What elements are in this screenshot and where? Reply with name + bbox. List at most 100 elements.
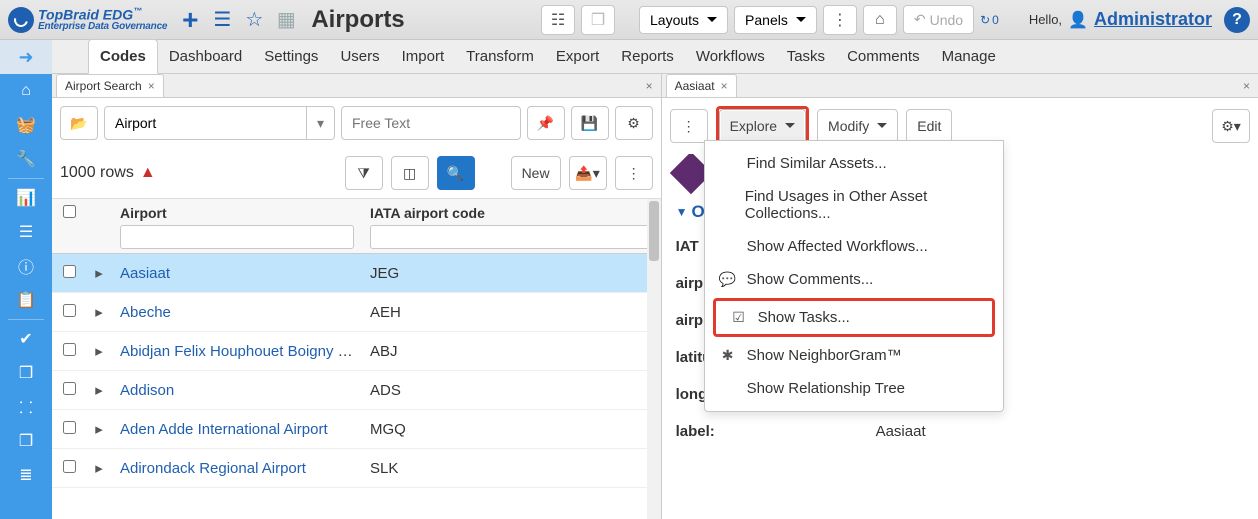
rail-expand-icon[interactable]: ➜ [0, 40, 52, 74]
rail-wrench-icon[interactable]: 🔧 [0, 142, 52, 176]
panel-close-icon[interactable]: × [1235, 79, 1258, 93]
select-all-checkbox[interactable] [63, 205, 76, 218]
menu-find-similar[interactable]: Find Similar Assets... [705, 147, 1003, 180]
menu-relationship-tree[interactable]: Show Relationship Tree [705, 372, 1003, 405]
airport-link[interactable]: Abeche [120, 304, 171, 321]
expand-icon[interactable]: ▸ [86, 371, 112, 410]
rail-home-icon[interactable]: ⌂ [0, 74, 52, 108]
user-link[interactable]: Administrator [1094, 9, 1212, 30]
menu-import[interactable]: Import [391, 40, 456, 73]
row-checkbox[interactable] [63, 382, 76, 395]
list-icon[interactable]: ☰ [209, 7, 235, 33]
expand-icon[interactable]: ▸ [86, 254, 112, 293]
menu-workflows[interactable]: Workflows [685, 40, 776, 73]
filter-iata-input[interactable] [370, 225, 653, 249]
add-icon[interactable]: + [177, 7, 203, 33]
menu-manage[interactable]: Manage [931, 40, 1007, 73]
sync-indicator[interactable]: ↻0 [980, 13, 999, 27]
expand-icon[interactable]: ▸ [86, 332, 112, 371]
menu-dashboard[interactable]: Dashboard [158, 40, 253, 73]
menu-tasks[interactable]: Tasks [776, 40, 836, 73]
filter-icon[interactable]: ⧩ [345, 156, 383, 190]
airport-link[interactable]: Aden Adde International Airport [120, 421, 328, 438]
airport-link[interactable]: Abidjan Felix Houphouet Boigny I... [120, 343, 354, 360]
settings-icon[interactable]: ⚙▾ [1212, 109, 1250, 143]
home-icon[interactable]: ⌂ [863, 5, 897, 35]
rail-rows-icon[interactable]: ≣ [0, 458, 52, 492]
undo-button[interactable]: ↶ Undo [903, 5, 974, 34]
close-icon[interactable]: × [148, 79, 155, 93]
filter-airport-input[interactable] [120, 225, 354, 249]
rail-tree-icon[interactable]: ⸬ [0, 390, 52, 424]
menu-find-usages[interactable]: Find Usages in Other Asset Collections..… [705, 180, 1003, 230]
menu-users[interactable]: Users [329, 40, 390, 73]
detail-more-icon[interactable]: ⋮ [670, 109, 708, 143]
airport-link[interactable]: Aasiaat [120, 265, 170, 282]
edit-button[interactable]: Edit [906, 109, 952, 143]
table-row[interactable]: ▸AbecheAEH [52, 293, 661, 332]
more-icon[interactable]: ⋮ [615, 156, 653, 190]
close-icon[interactable]: × [721, 79, 728, 93]
tab-asset[interactable]: Aasiaat × [666, 74, 737, 97]
modify-dropdown[interactable]: Modify [817, 109, 898, 143]
menu-reports[interactable]: Reports [610, 40, 685, 73]
table-row[interactable]: ▸Abidjan Felix Houphouet Boigny I...ABJ [52, 332, 661, 371]
row-checkbox[interactable] [63, 343, 76, 356]
menu-show-tasks[interactable]: ☑Show Tasks... [716, 301, 992, 334]
star-icon[interactable]: ☆ [241, 7, 267, 33]
vertical-scrollbar[interactable] [647, 199, 661, 519]
menu-affected-workflows[interactable]: Show Affected Workflows... [705, 230, 1003, 263]
airport-link[interactable]: Addison [120, 382, 174, 399]
layouts-dropdown[interactable]: Layouts [639, 6, 728, 34]
menu-show-comments[interactable]: 💬Show Comments... [705, 263, 1003, 296]
menu-settings[interactable]: Settings [253, 40, 329, 73]
rail-info-icon[interactable]: ⓘ [0, 249, 52, 283]
table-row[interactable]: ▸AddisonADS [52, 371, 661, 410]
chevron-down-icon[interactable]: ▾ [307, 106, 335, 140]
explore-dropdown[interactable]: Explore [719, 109, 806, 143]
save-icon[interactable]: 💾 [571, 106, 609, 140]
table-row[interactable]: ▸Adirondack Regional AirportSLK [52, 449, 661, 488]
expand-icon[interactable]: ▸ [86, 449, 112, 488]
rail-basket-icon[interactable]: 🧺 [0, 108, 52, 142]
row-checkbox[interactable] [63, 421, 76, 434]
grid-icon[interactable]: ▦ [273, 7, 299, 33]
expand-icon[interactable]: ▸ [86, 293, 112, 332]
rail-cube-icon[interactable]: ❒ [0, 356, 52, 390]
new-button[interactable]: New [511, 156, 561, 190]
table-row[interactable]: ▸Aden Adde International AirportMGQ [52, 410, 661, 449]
brand[interactable]: TopBraid EDG™ Enterprise Data Governance [8, 7, 167, 33]
rail-list-icon[interactable]: ☰ [0, 215, 52, 249]
tab-airport-search[interactable]: Airport Search × [56, 74, 164, 97]
gear-icon[interactable]: ⚙ [615, 106, 653, 140]
menu-transform[interactable]: Transform [455, 40, 545, 73]
export-icon[interactable]: 📤▾ [569, 156, 607, 190]
kebab-menu-icon[interactable]: ⋮ [823, 5, 857, 35]
panels-dropdown[interactable]: Panels [734, 6, 817, 34]
pin-icon[interactable]: 📌 [527, 106, 565, 140]
table-row[interactable]: ▸AasiaatJEG [52, 254, 661, 293]
menu-export[interactable]: Export [545, 40, 610, 73]
panel-close-icon[interactable]: × [638, 79, 661, 93]
type-input[interactable] [104, 106, 307, 140]
rail-check-icon[interactable]: ✔ [0, 322, 52, 356]
rail-chart-icon[interactable]: 📊 [0, 181, 52, 215]
row-checkbox[interactable] [63, 304, 76, 317]
expand-icon[interactable]: ▸ [86, 410, 112, 449]
menu-codes[interactable]: Codes [88, 39, 158, 74]
row-checkbox[interactable] [63, 460, 76, 473]
rail-copy-icon[interactable]: ❐ [0, 424, 52, 458]
rail-clipboard-icon[interactable]: 📋 [0, 283, 52, 317]
search-icon[interactable]: 🔍 [437, 156, 475, 190]
freetext-input[interactable] [341, 106, 521, 140]
help-icon[interactable]: ? [1224, 7, 1250, 33]
menu-neighborgram[interactable]: ✱Show NeighborGram™ [705, 339, 1003, 372]
airport-link[interactable]: Adirondack Regional Airport [120, 460, 306, 477]
outline-toggle-icon[interactable]: ☷ [541, 5, 575, 35]
layers-icon[interactable]: ❒ [581, 5, 615, 35]
type-selector[interactable]: ▾ [104, 106, 335, 140]
row-checkbox[interactable] [63, 265, 76, 278]
folder-icon[interactable]: 📂 [60, 106, 98, 140]
columns-icon[interactable]: ◫ [391, 156, 429, 190]
menu-comments[interactable]: Comments [836, 40, 931, 73]
